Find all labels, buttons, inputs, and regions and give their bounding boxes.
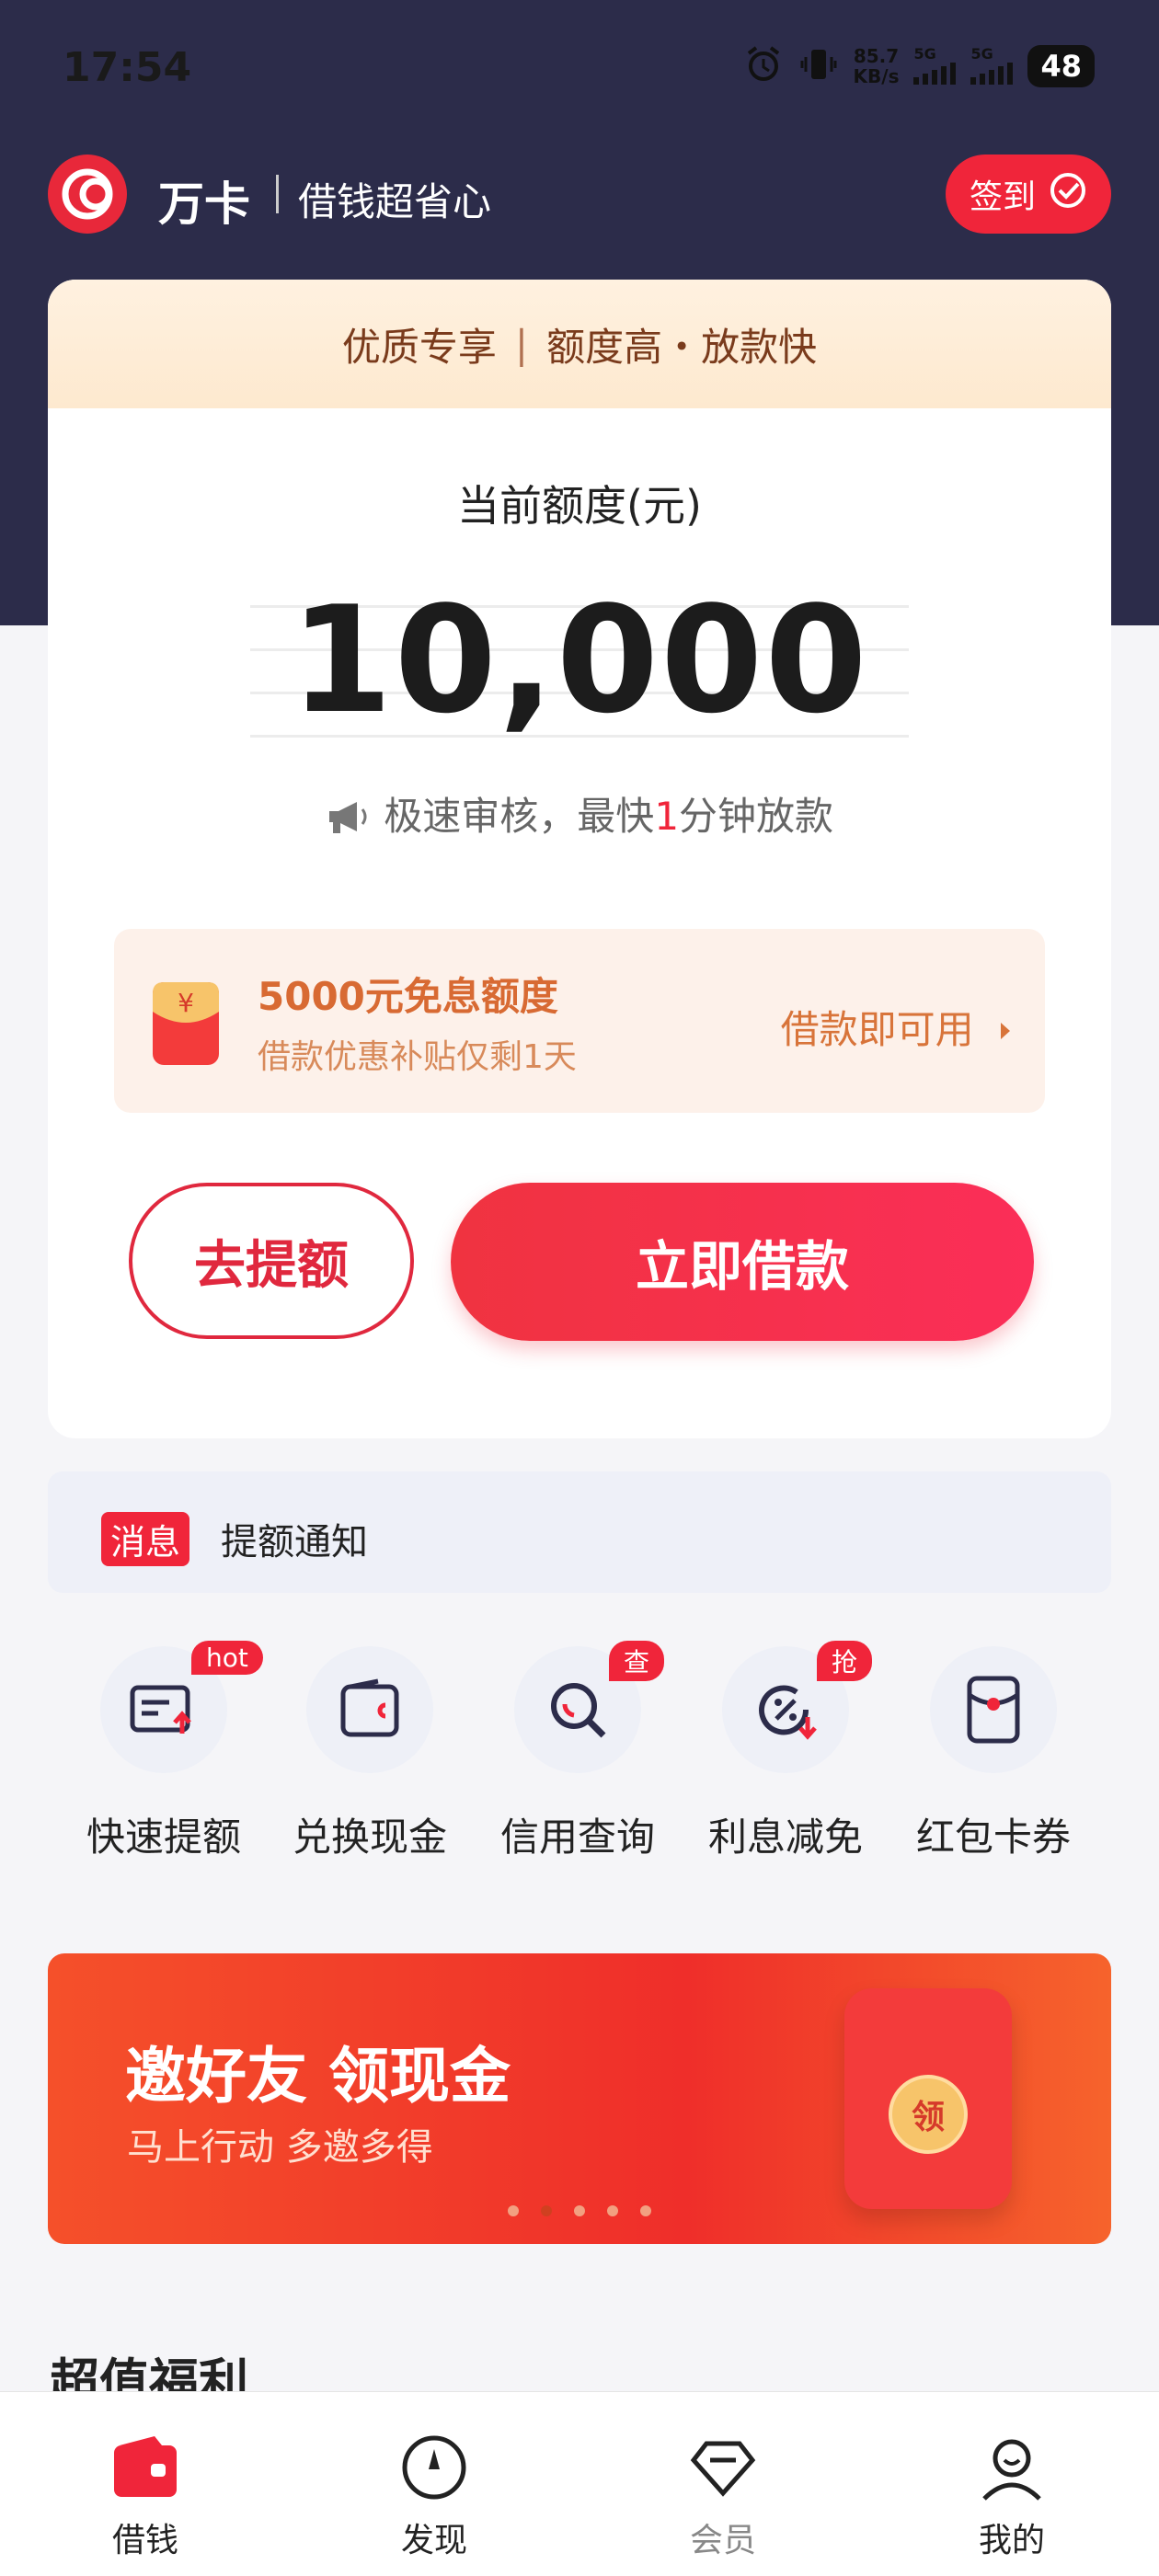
message-tag: 消息 — [101, 1512, 190, 1566]
compass-icon — [399, 2435, 469, 2506]
coupon-icon — [930, 1646, 1057, 1773]
tab-discover[interactable]: 发现 — [361, 2433, 508, 2561]
signal-icon-sim2: 5G — [970, 45, 1014, 88]
coupon-action[interactable]: 借款即可用 — [781, 999, 1017, 1055]
wallet-filled-icon — [110, 2436, 180, 2506]
shortcut-credit-query[interactable]: 查 信用查询 — [486, 1641, 670, 1862]
promo-subtitle: 马上行动 多邀多得 — [127, 2126, 433, 2169]
app-slogan: 借钱超省心 — [298, 179, 492, 224]
diamond-icon — [688, 2441, 758, 2506]
signin-label: 签到 — [969, 178, 1036, 216]
battery-indicator: 48 — [1027, 45, 1095, 87]
red-envelope-illustration: 领 — [844, 1988, 1012, 2209]
status-time: 17:54 — [63, 44, 192, 91]
badge-grab: 抢 — [817, 1641, 873, 1681]
badge-hot: hot — [191, 1641, 263, 1675]
shortcut-interest-relief[interactable]: 抢 利息减免 — [694, 1641, 878, 1862]
envelope-seal: 领 — [889, 2075, 968, 2154]
app-header: 万卡 借钱超省心 签到 — [48, 155, 1111, 234]
banner-left: 优质专享 — [341, 324, 497, 370]
shortcut-exchange-cash[interactable]: 兑换现金 — [278, 1646, 462, 1862]
review-notice: 极速审核，最快1分钟放款 — [48, 785, 1111, 841]
app-logo-icon — [48, 155, 127, 234]
status-icons: 85.7 KB/s 5G 5G 48 — [743, 44, 1095, 88]
message-text: 提额通知 — [221, 1521, 368, 1563]
carousel-dot[interactable] — [508, 2205, 519, 2216]
invite-promo-banner[interactable]: 邀好友 领现金 马上行动 多邀多得 领 — [48, 1953, 1111, 2244]
alarm-icon — [743, 44, 784, 88]
wallet-icon — [306, 1646, 433, 1773]
message-bar[interactable]: 消息 提额通知 — [48, 1471, 1111, 1593]
badge-query: 查 — [609, 1641, 665, 1681]
limit-value: 10,000 — [290, 574, 869, 746]
carousel-dot[interactable] — [574, 2205, 585, 2216]
user-icon — [977, 2439, 1047, 2506]
tab-mine[interactable]: 我的 — [938, 2433, 1085, 2561]
red-envelope-icon: ¥ — [151, 975, 221, 1067]
promo-title: 邀好友 领现金 — [125, 2041, 511, 2112]
shortcut-grid: hot 快速提额 兑换现金 查 信用查询 抢 利息减免 红包卡券 — [0, 1641, 1159, 1867]
chevron-right-icon — [986, 1007, 1017, 1052]
carousel-dot[interactable] — [607, 2205, 618, 2216]
megaphone-icon — [326, 794, 384, 839]
banner-right: 额度高・放款快 — [546, 324, 818, 370]
borrow-now-button[interactable]: 立即借款 — [451, 1183, 1034, 1341]
brand-divider — [276, 175, 279, 213]
bottom-tab-bar: 借钱 发现 会员 我的 — [0, 2391, 1159, 2576]
carousel-dots — [508, 2205, 651, 2216]
raise-limit-button[interactable]: 去提额 — [129, 1183, 414, 1339]
limit-label: 当前额度(元) — [457, 481, 702, 531]
coupon-title: 5000元免息额度 — [258, 974, 558, 1019]
vibrate-icon — [798, 44, 839, 88]
carousel-dot-active[interactable] — [541, 2205, 552, 2216]
card-banner: 优质专享 | 额度高・放款快 — [48, 280, 1111, 408]
shortcut-coupons[interactable]: 红包卡券 — [901, 1646, 1085, 1862]
app-brand: 万卡 — [158, 177, 250, 231]
banner-divider: | — [514, 321, 529, 367]
network-speed: 85.7 KB/s — [853, 45, 900, 87]
svg-text:¥: ¥ — [178, 988, 194, 1018]
coupon-subtitle: 借款优惠补贴仅剩1天 — [258, 1038, 577, 1076]
interest-free-coupon[interactable]: ¥ 5000元免息额度 借款优惠补贴仅剩1天 借款即可用 — [114, 929, 1045, 1113]
status-bar: 17:54 85.7 KB/s 5G 5G 48 — [0, 37, 1159, 110]
credit-card-panel: 优质专享 | 额度高・放款快 当前额度(元) 10,000 极速审核，最快1分钟… — [48, 280, 1111, 1438]
tab-membership[interactable]: 会员 — [649, 2433, 797, 2561]
carousel-dot[interactable] — [640, 2205, 651, 2216]
signin-button[interactable]: 签到 — [946, 155, 1111, 234]
signal-icon-sim1: 5G — [913, 45, 957, 88]
shortcut-quick-raise[interactable]: hot 快速提额 — [72, 1641, 263, 1862]
check-circle-icon — [1049, 171, 1087, 218]
tab-borrow[interactable]: 借钱 — [72, 2433, 219, 2561]
